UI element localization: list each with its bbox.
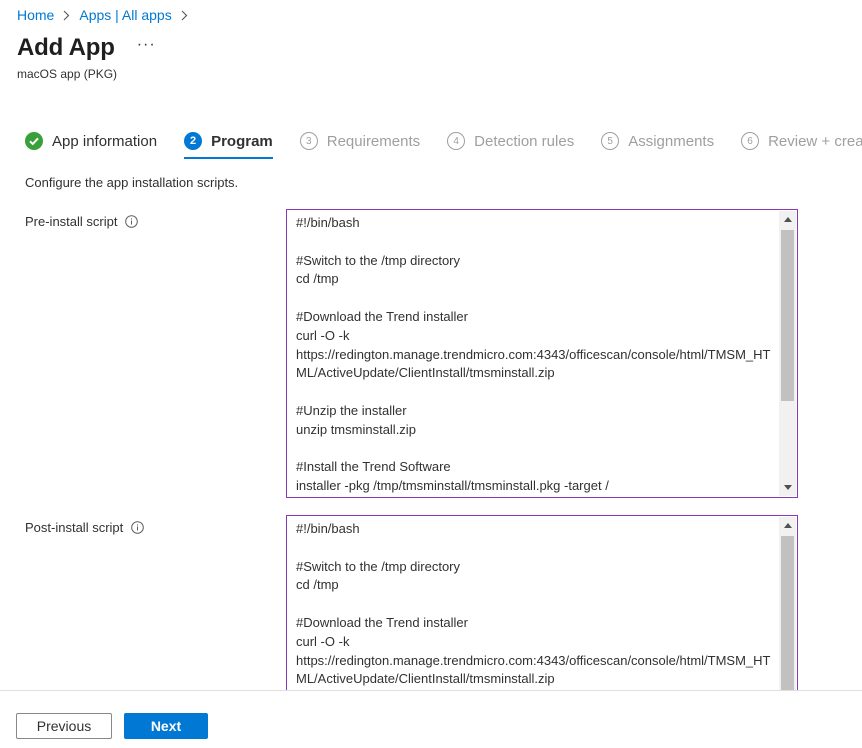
page-title: Add App	[17, 34, 115, 61]
step-app-information[interactable]: App information	[25, 128, 157, 154]
step-label: Requirements	[326, 132, 421, 150]
chevron-right-icon	[181, 10, 188, 21]
wizard-footer: Previous Next	[0, 690, 862, 748]
post-install-script-textarea[interactable]: #!/bin/bash #Switch to the /tmp director…	[286, 515, 798, 715]
next-button[interactable]: Next	[124, 713, 208, 739]
step-number: 3	[299, 132, 318, 150]
breadcrumb-apps-link[interactable]: Apps | All apps	[79, 7, 171, 23]
post-install-scroll-thumb[interactable]	[781, 536, 794, 714]
step-label: Review + create	[768, 132, 862, 150]
step-review-create[interactable]: 6 Review + create	[741, 128, 862, 154]
page-subtitle: macOS app (PKG)	[17, 67, 118, 81]
step-label: Program	[211, 132, 273, 150]
scroll-down-arrow-icon[interactable]	[779, 479, 796, 496]
previous-button[interactable]: Previous	[16, 713, 112, 739]
info-icon[interactable]	[125, 215, 139, 228]
step-requirements[interactable]: 3 Requirements	[299, 128, 421, 154]
step-number: 6	[741, 132, 760, 150]
checkmark-icon	[25, 132, 43, 150]
step-label: Assignments	[628, 132, 715, 150]
step-detection-rules[interactable]: 4 Detection rules	[447, 128, 574, 154]
step-label: App information	[52, 132, 158, 150]
scroll-up-arrow-icon[interactable]	[779, 211, 796, 228]
pre-install-script-textarea[interactable]: #!/bin/bash #Switch to the /tmp director…	[286, 209, 798, 498]
step-assignments[interactable]: 5 Assignments	[601, 128, 714, 154]
pre-install-scroll-thumb[interactable]	[781, 230, 794, 401]
scroll-up-arrow-icon[interactable]	[779, 517, 796, 534]
pre-install-script-text: #!/bin/bash #Switch to the /tmp director…	[296, 215, 771, 494]
post-install-label: Post-install script	[25, 520, 145, 535]
more-options-button[interactable]: ···	[137, 36, 156, 54]
breadcrumb: Home Apps | All apps	[17, 5, 197, 25]
pre-install-scrollbar[interactable]	[779, 211, 796, 496]
post-install-script-text: #!/bin/bash #Switch to the /tmp director…	[296, 521, 771, 687]
post-install-scrollbar[interactable]	[779, 517, 796, 714]
wizard-steps: App information 2 Program 3 Requirements…	[25, 128, 862, 160]
post-install-label-text: Post-install script	[25, 520, 124, 535]
step-number: 2	[184, 132, 203, 150]
breadcrumb-home-link[interactable]: Home	[17, 7, 54, 23]
step-program[interactable]: 2 Program	[184, 128, 273, 159]
step-number: 4	[447, 132, 466, 150]
pre-install-label-text: Pre-install script	[25, 214, 118, 229]
title-row: Add App ···	[17, 34, 156, 62]
info-icon[interactable]	[131, 521, 145, 534]
chevron-right-icon	[63, 10, 70, 21]
pre-install-label: Pre-install script	[25, 214, 139, 229]
step-label: Detection rules	[474, 132, 575, 150]
step-number: 5	[601, 132, 620, 150]
page-description: Configure the app installation scripts.	[25, 175, 239, 190]
